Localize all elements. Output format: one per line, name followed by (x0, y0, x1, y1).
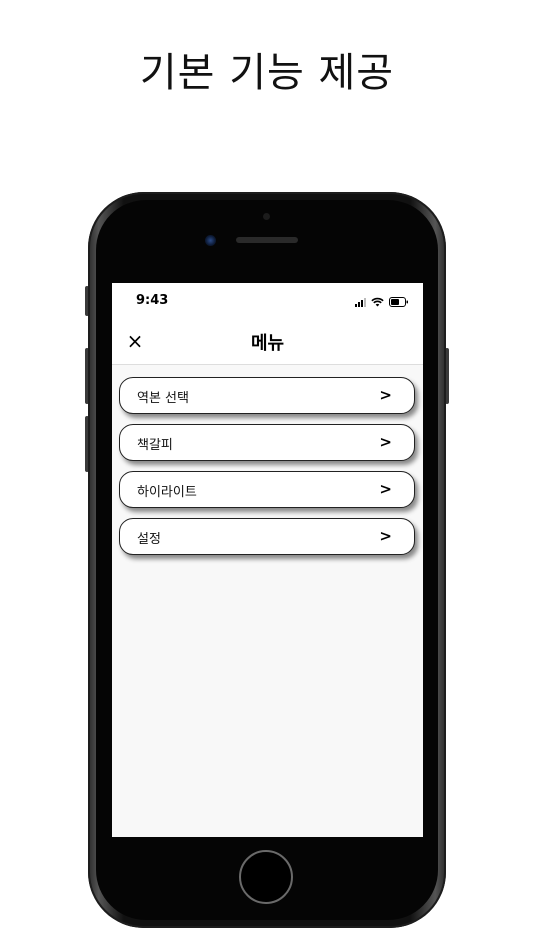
battery-icon (389, 297, 409, 307)
signal-icon (355, 298, 366, 307)
menu-list: 역본 선택 > 책갈피 > 하이라이트 > 설정 > (119, 377, 415, 565)
page-headline: 기본 기능 제공 (139, 50, 395, 96)
front-camera-icon (205, 235, 216, 246)
wifi-icon (371, 297, 384, 307)
phone-screen: 9:43 × 메뉴 역본 선택 > 책갈피 > 하이라이트 > 설정 > (112, 283, 423, 837)
chevron-right-icon: > (379, 480, 392, 498)
menu-item-label: 하이라이트 (137, 485, 197, 500)
menu-item-label: 설정 (137, 532, 161, 547)
chevron-right-icon: > (379, 386, 392, 404)
menu-item-label: 책갈피 (137, 438, 173, 453)
status-bar: 9:43 (112, 283, 423, 321)
home-button (239, 850, 293, 904)
earpiece-speaker (236, 237, 298, 243)
chevron-right-icon: > (379, 527, 392, 545)
menu-item-highlights[interactable]: 하이라이트 > (119, 471, 415, 508)
page: 기본 기능 제공 9:43 × 메뉴 역본 선택 > 책갈피 > 하이라이트 >… (0, 0, 534, 950)
page-title: 메뉴 (250, 333, 285, 354)
menu-item-settings[interactable]: 설정 > (119, 518, 415, 555)
status-icons (355, 295, 409, 307)
status-time: 9:43 (136, 293, 169, 308)
proximity-sensor (263, 213, 270, 220)
menu-item-bookmarks[interactable]: 책갈피 > (119, 424, 415, 461)
nav-bar: × 메뉴 (112, 321, 423, 365)
chevron-right-icon: > (379, 433, 392, 451)
menu-item-label: 역본 선택 (137, 391, 189, 406)
menu-item-translation-select[interactable]: 역본 선택 > (119, 377, 415, 414)
